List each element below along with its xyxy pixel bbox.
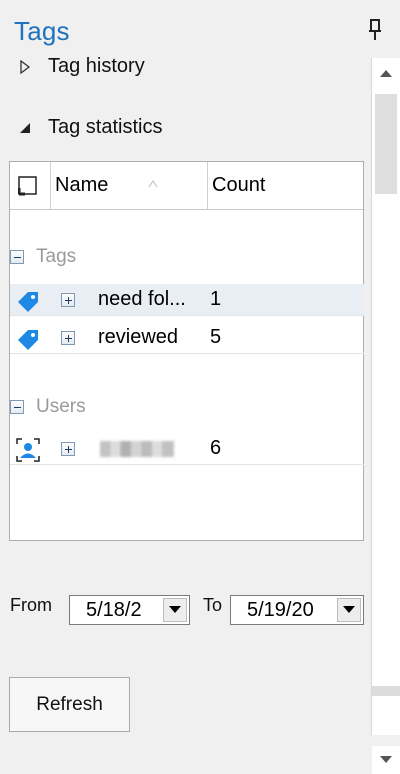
expand-triangle-icon[interactable] xyxy=(18,59,32,74)
name-column-header[interactable]: Name xyxy=(51,162,208,209)
from-date-picker[interactable]: 5/18/2 xyxy=(69,595,190,625)
scroll-up-button[interactable] xyxy=(372,58,400,90)
table-row[interactable]: need fol... 1 xyxy=(10,284,364,316)
from-label: From xyxy=(10,595,52,615)
tag-statistics-label: Tag statistics xyxy=(48,116,163,138)
from-date-value: 5/18/2 xyxy=(86,599,142,621)
pin-icon[interactable] xyxy=(366,18,384,42)
tag-icon xyxy=(18,292,38,312)
chevron-down-icon xyxy=(343,606,355,613)
refresh-button[interactable]: Refresh xyxy=(9,677,130,732)
dropdown-button[interactable] xyxy=(337,598,361,622)
grid-header: Name Count xyxy=(10,162,363,210)
tag-history-section[interactable]: Tag history xyxy=(18,55,145,78)
vertical-scrollbar[interactable] xyxy=(371,58,400,774)
row-count: 1 xyxy=(210,288,222,310)
scroll-thumb[interactable] xyxy=(375,94,397,194)
group-label: Users xyxy=(36,396,86,417)
dropdown-button[interactable] xyxy=(163,598,187,622)
tag-icon xyxy=(18,330,38,350)
group-label: Tags xyxy=(36,246,77,267)
select-all-header[interactable] xyxy=(10,162,51,209)
checkbox-icon[interactable] xyxy=(18,176,38,196)
panel-title: Tags xyxy=(14,16,70,46)
tag-history-label: Tag history xyxy=(48,55,145,77)
chevron-down-icon xyxy=(380,756,392,763)
scroll-track-segment xyxy=(372,686,400,696)
row-name: need fol... xyxy=(98,288,186,310)
table-row[interactable]: 6 xyxy=(10,433,364,465)
to-date-picker[interactable]: 5/19/20 xyxy=(230,595,364,625)
table-row[interactable]: reviewed 5 xyxy=(10,322,364,354)
collapse-icon[interactable] xyxy=(10,250,24,264)
users-group-header[interactable]: Users xyxy=(10,396,86,418)
chevron-up-icon xyxy=(380,70,392,77)
row-count: 5 xyxy=(210,326,222,348)
sort-ascending-icon xyxy=(148,180,158,188)
row-count: 6 xyxy=(210,437,222,459)
user-icon xyxy=(16,438,40,462)
name-column-label: Name xyxy=(55,174,109,196)
collapse-triangle-icon[interactable] xyxy=(18,121,32,135)
tags-group-header[interactable]: Tags xyxy=(10,246,76,268)
to-label: To xyxy=(203,595,223,615)
count-column-header[interactable]: Count xyxy=(208,162,364,209)
collapse-icon[interactable] xyxy=(10,400,24,414)
tag-statistics-section[interactable]: Tag statistics xyxy=(18,116,162,139)
expand-icon[interactable] xyxy=(61,293,75,307)
expand-icon[interactable] xyxy=(61,442,75,456)
row-name: reviewed xyxy=(98,326,179,348)
to-date-value: 5/19/20 xyxy=(247,599,314,621)
scroll-down-button[interactable] xyxy=(372,746,400,774)
expand-icon[interactable] xyxy=(61,331,75,345)
count-column-label: Count xyxy=(212,174,266,196)
redacted-user-name xyxy=(100,441,174,457)
chevron-down-icon xyxy=(169,606,181,613)
